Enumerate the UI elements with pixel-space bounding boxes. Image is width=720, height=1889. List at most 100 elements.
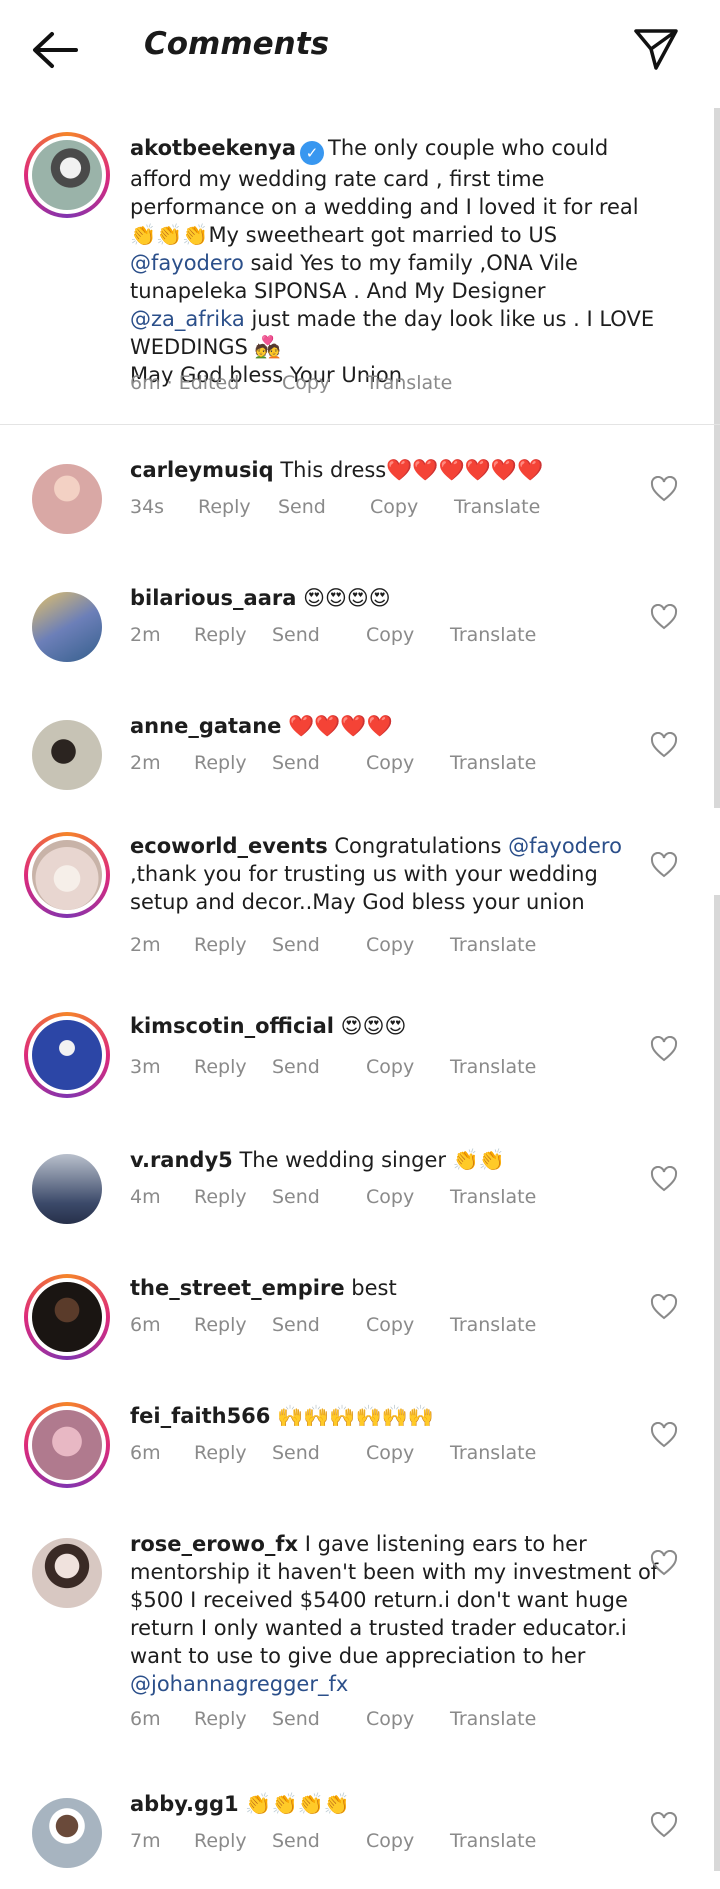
comment-text: 😍😍😍😍	[303, 586, 391, 610]
send-button[interactable]: Send	[272, 1186, 320, 1208]
timestamp: 34s	[130, 496, 165, 518]
reply-button[interactable]: Reply	[194, 1314, 247, 1336]
avatar[interactable]	[24, 1012, 110, 1098]
caption-username[interactable]: akotbeekenya	[130, 136, 296, 160]
timestamp: 4m	[130, 1186, 161, 1208]
avatar[interactable]	[24, 1274, 110, 1360]
comment-username[interactable]: the_street_empire	[130, 1276, 345, 1300]
send-button[interactable]: Send	[272, 1442, 320, 1464]
avatar[interactable]	[24, 1790, 110, 1876]
comment-text: 😍😍😍	[340, 1014, 407, 1038]
avatar[interactable]	[24, 584, 110, 670]
comment-username[interactable]: rose_erowo_fx	[130, 1532, 298, 1556]
send-button[interactable]: Send	[272, 1314, 320, 1336]
send-button[interactable]: Send	[272, 752, 320, 774]
translate-button[interactable]: Translate	[454, 496, 540, 518]
heart-icon[interactable]	[650, 732, 678, 758]
avatar[interactable]	[24, 712, 110, 798]
reply-button[interactable]: Reply	[194, 1186, 247, 1208]
translate-button[interactable]: Translate	[450, 1442, 536, 1464]
comment-username[interactable]: kimscotin_official	[130, 1014, 334, 1038]
comment-username[interactable]: carleymusiq	[130, 458, 274, 482]
verified-badge-icon: ✓	[300, 141, 325, 165]
scrollbar-track[interactable]	[714, 895, 720, 1871]
comment-username[interactable]: anne_gatane	[130, 714, 281, 738]
post-caption: akotbeekenya ✓ The only couple who could a…	[0, 110, 720, 425]
heart-icon[interactable]	[650, 1036, 678, 1062]
direct-send-icon[interactable]	[632, 26, 680, 72]
translate-button[interactable]: Translate	[450, 1830, 536, 1852]
send-button[interactable]: Send	[272, 1830, 320, 1852]
timestamp: 2m	[130, 934, 161, 956]
timestamp: 6m	[130, 1314, 161, 1336]
timestamp: 7m	[130, 1830, 161, 1852]
translate-button[interactable]: Translate	[450, 1708, 536, 1730]
avatar[interactable]	[24, 456, 110, 542]
copy-button[interactable]: Copy	[366, 1442, 414, 1464]
reply-button[interactable]: Reply	[194, 1708, 247, 1730]
heart-icon[interactable]	[650, 1550, 678, 1576]
heart-icon[interactable]	[650, 1166, 678, 1192]
comment-text: 🙌🙌🙌🙌🙌🙌	[277, 1404, 434, 1428]
send-button[interactable]: Send	[272, 624, 320, 646]
comment-text: 👏👏👏👏	[245, 1792, 350, 1816]
heart-icon[interactable]	[650, 1422, 678, 1448]
mention-link[interactable]: @fayodero	[130, 251, 244, 275]
timestamp: 3m	[130, 1056, 161, 1078]
send-button[interactable]: Send	[278, 496, 326, 518]
send-button[interactable]: Send	[272, 1708, 320, 1730]
timestamp: 2m	[130, 752, 161, 774]
avatar[interactable]	[24, 1402, 110, 1488]
reply-button[interactable]: Reply	[198, 496, 251, 518]
reply-button[interactable]: Reply	[194, 752, 247, 774]
translate-button[interactable]: Translate	[450, 752, 536, 774]
heart-icon[interactable]	[650, 1812, 678, 1838]
copy-button[interactable]: Copy	[282, 372, 330, 394]
translate-button[interactable]: Translate	[450, 1314, 536, 1336]
reply-button[interactable]: Reply	[194, 624, 247, 646]
comment-username[interactable]: v.randy5	[130, 1148, 233, 1172]
copy-button[interactable]: Copy	[366, 624, 414, 646]
reply-button[interactable]: Reply	[194, 1442, 247, 1464]
send-button[interactable]: Send	[272, 934, 320, 956]
top-bar: Comments	[0, 0, 720, 100]
copy-button[interactable]: Copy	[366, 752, 414, 774]
comment-username[interactable]: bilarious_aara	[130, 586, 296, 610]
heart-icon[interactable]	[650, 604, 678, 630]
mention-link[interactable]: @johannagregger_fx	[130, 1672, 348, 1696]
back-arrow-icon[interactable]	[30, 30, 80, 70]
reply-button[interactable]: Reply	[194, 1830, 247, 1852]
translate-button[interactable]: Translate	[450, 1186, 536, 1208]
heart-icon[interactable]	[650, 476, 678, 502]
copy-button[interactable]: Copy	[366, 1056, 414, 1078]
comment-text: ❤️❤️❤️❤️	[288, 714, 393, 738]
heart-icon[interactable]	[650, 1294, 678, 1320]
avatar[interactable]	[24, 132, 110, 218]
comment-username[interactable]: fei_faith566	[130, 1404, 270, 1428]
comment-username[interactable]: abby.gg1	[130, 1792, 239, 1816]
send-button[interactable]: Send	[272, 1056, 320, 1078]
copy-button[interactable]: Copy	[370, 496, 418, 518]
reply-button[interactable]: Reply	[194, 1056, 247, 1078]
copy-button[interactable]: Copy	[366, 1708, 414, 1730]
copy-button[interactable]: Copy	[366, 1186, 414, 1208]
translate-button[interactable]: Translate	[450, 1056, 536, 1078]
avatar[interactable]	[24, 1146, 110, 1232]
translate-button[interactable]: Translate	[450, 624, 536, 646]
copy-button[interactable]: Copy	[366, 934, 414, 956]
timestamp: 2m	[130, 624, 161, 646]
avatar[interactable]	[24, 1530, 110, 1616]
avatar[interactable]	[24, 832, 110, 918]
comment-username[interactable]: ecoworld_events	[130, 834, 328, 858]
mention-link[interactable]: @za_afrika	[130, 307, 245, 331]
timestamp: 6m	[130, 1442, 161, 1464]
copy-button[interactable]: Copy	[366, 1830, 414, 1852]
translate-button[interactable]: Translate	[450, 934, 536, 956]
reply-button[interactable]: Reply	[194, 934, 247, 956]
timestamp: 6m · Edited	[130, 372, 240, 394]
heart-icon[interactable]	[650, 852, 678, 878]
mention-link[interactable]: @fayodero	[508, 834, 622, 858]
copy-button[interactable]: Copy	[366, 1314, 414, 1336]
comment-text: best	[351, 1276, 397, 1300]
translate-button[interactable]: Translate	[366, 372, 452, 394]
